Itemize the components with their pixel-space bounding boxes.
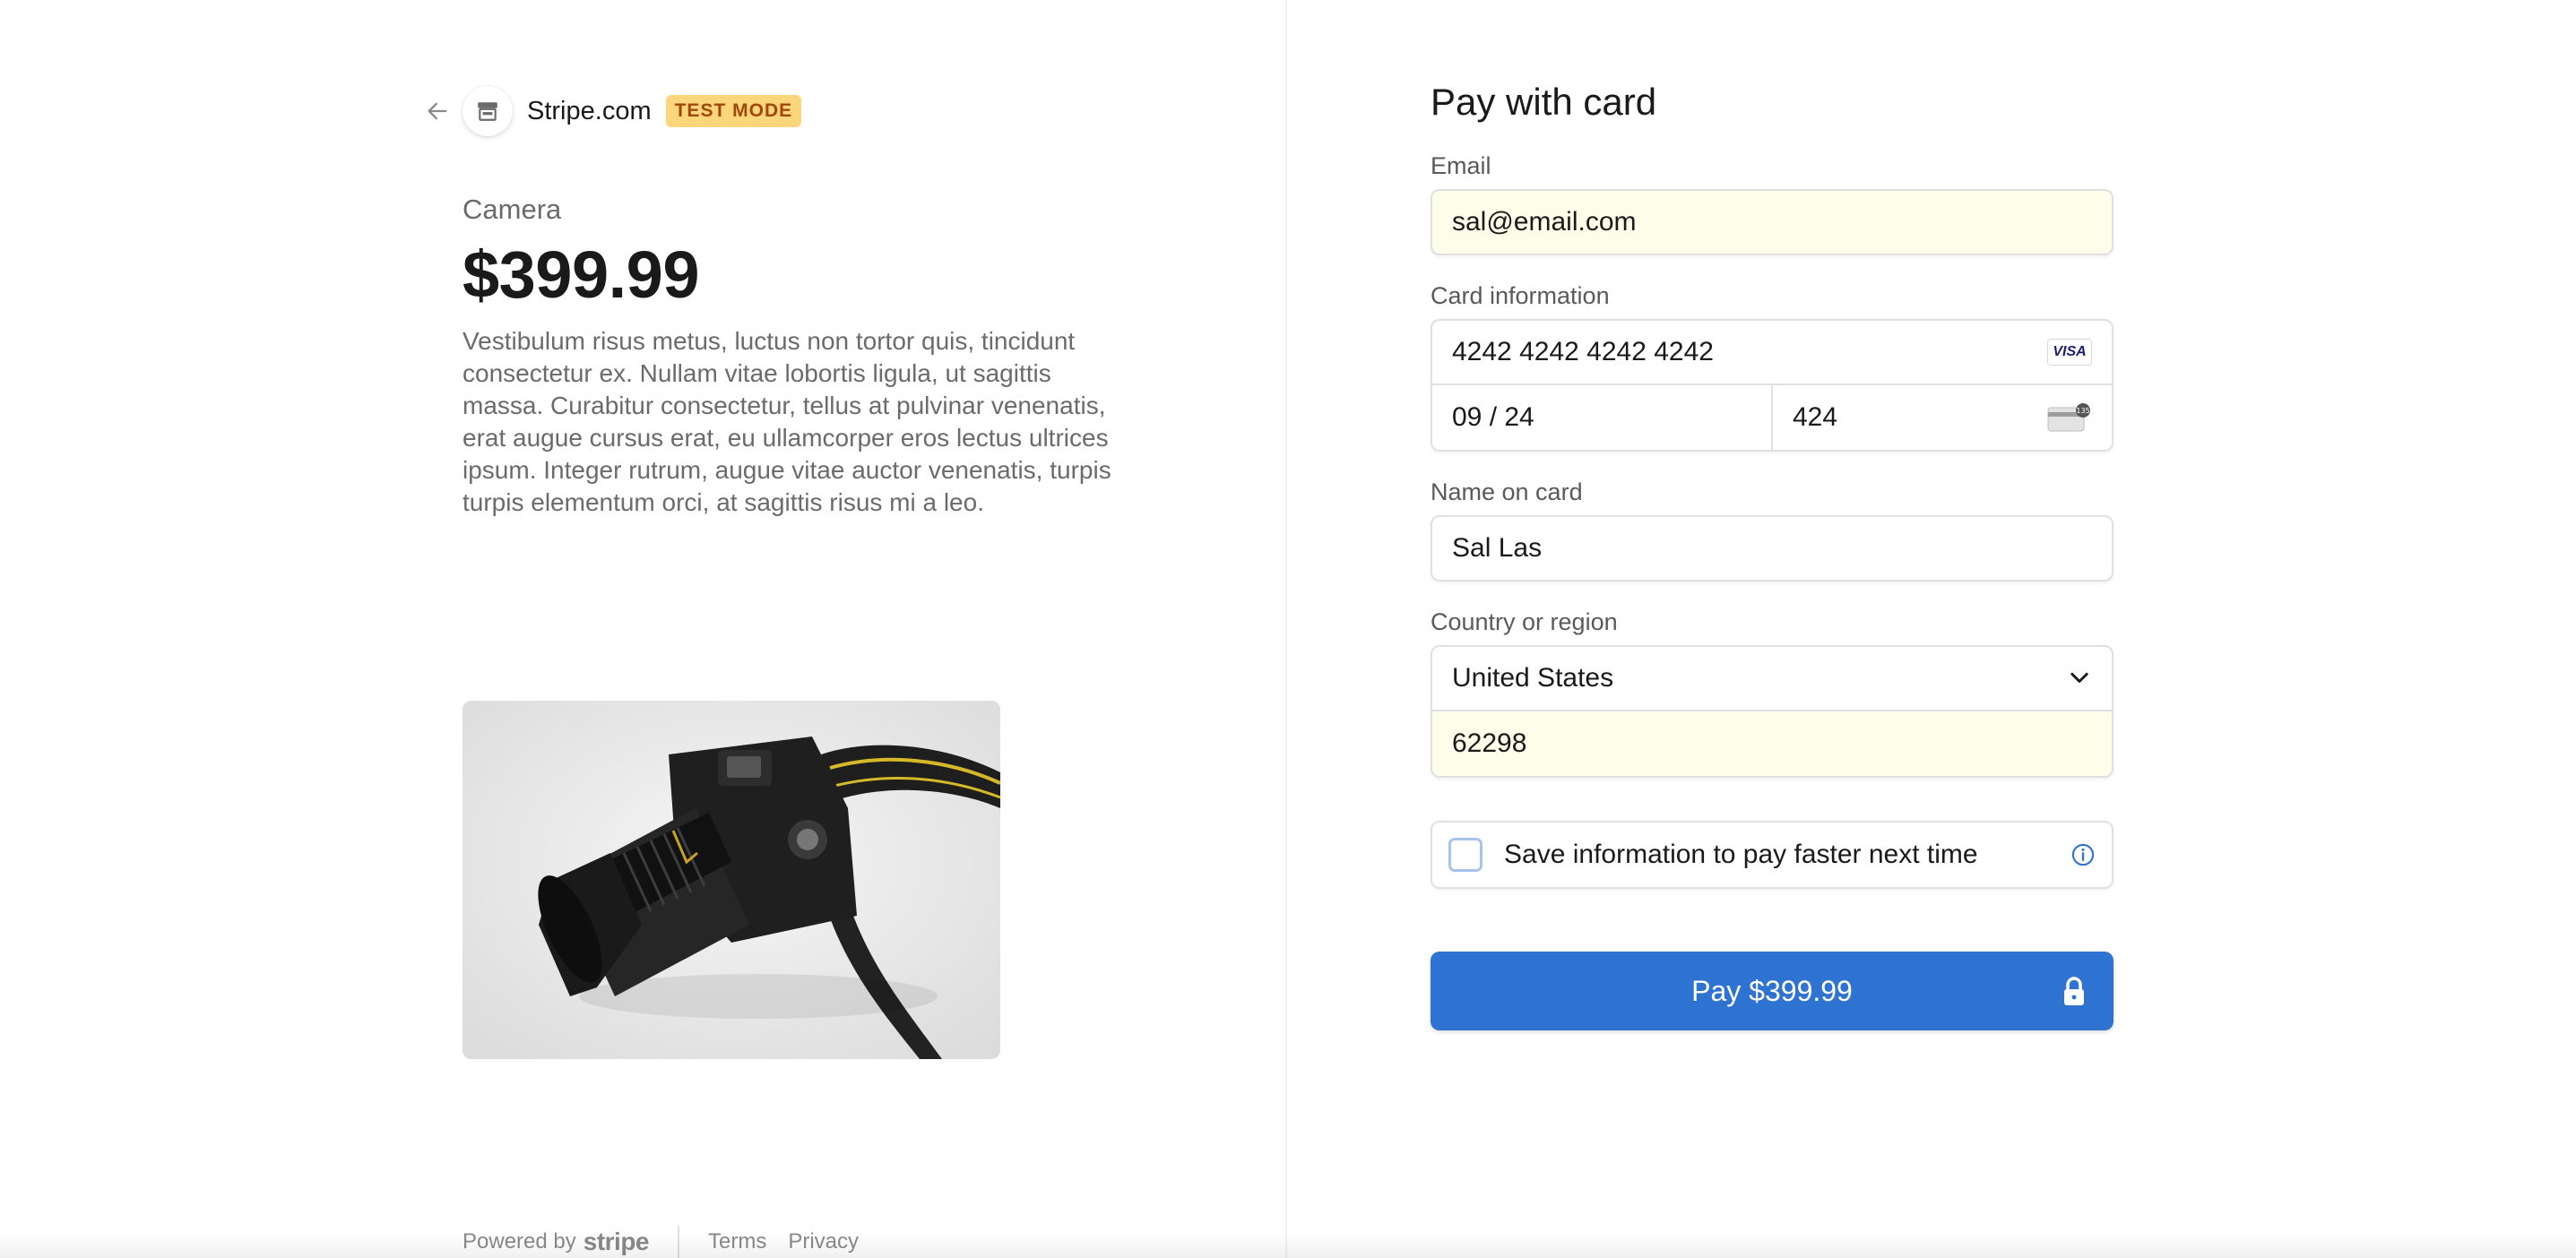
checkout-page: Stripe.com TEST MODE Camera $399.99 Vest… (0, 0, 2576, 1258)
name-label: Name on card (1431, 478, 1583, 505)
email-group: Email sal@email.com (1431, 152, 2114, 255)
zip-value: 62298 (1452, 728, 1527, 758)
expiry-value: 09 / 24 (1452, 402, 1534, 432)
email-field[interactable]: sal@email.com (1431, 189, 2114, 255)
svg-text:135: 135 (2076, 407, 2089, 415)
save-info-checkbox[interactable] (1448, 838, 1482, 872)
lock-icon (2064, 977, 2084, 1005)
back-arrow-icon (428, 102, 447, 120)
email-label: Email (1431, 152, 1491, 179)
stripe-wordmark[interactable]: stripe (583, 1228, 650, 1256)
product-image (462, 701, 1000, 1059)
card-info-label: Card information (1431, 282, 1610, 309)
country-select[interactable]: United States (1432, 647, 2112, 711)
country-group: Country or region United States 62298 (1431, 608, 2114, 778)
payment-form: Pay with card Email sal@email.com Card i… (1431, 81, 2114, 1030)
product-name: Camera (462, 194, 562, 225)
privacy-link[interactable]: Privacy (788, 1229, 859, 1254)
card-expiry-cvc-row: 09 / 24 424 135 (1432, 385, 2112, 450)
name-group: Name on card Sal Las (1431, 478, 2114, 582)
footer-divider (678, 1226, 679, 1258)
name-field[interactable]: Sal Las (1431, 515, 2114, 582)
zip-field[interactable]: 62298 (1432, 711, 2112, 776)
merchant-logo (462, 86, 513, 136)
footer: Powered by stripe Terms Privacy (462, 1226, 880, 1258)
cvc-field[interactable]: 424 135 (1773, 385, 2112, 450)
cvc-value: 424 (1793, 402, 1838, 432)
pay-button-label: Pay $399.99 (1691, 974, 1853, 1007)
merchant-header: Stripe.com TEST MODE (421, 86, 802, 136)
form-title: Pay with card (1431, 81, 1657, 123)
powered-by: Powered by stripe (462, 1228, 650, 1256)
merchant-name: Stripe.com (527, 96, 652, 125)
order-summary-panel: Stripe.com TEST MODE Camera $399.99 Vest… (0, 0, 1287, 1258)
info-icon[interactable] (2070, 842, 2096, 867)
card-number-row: 4242 4242 4242 4242 VISA (1432, 321, 2112, 385)
powered-by-label: Powered by (462, 1229, 576, 1254)
chevron-down-icon (2070, 672, 2088, 683)
card-group: Card information 4242 4242 4242 4242 VIS… (1431, 282, 2114, 452)
product-summary: Camera $399.99 Vestibulum risus metus, l… (462, 194, 1135, 519)
product-price: $399.99 (462, 237, 700, 312)
back-button[interactable] (421, 95, 454, 127)
camera-photo (462, 701, 1000, 1059)
address-box: United States 62298 (1431, 645, 2114, 778)
visa-icon: VISA (2047, 339, 2092, 366)
card-info-box: 4242 4242 4242 4242 VISA 09 / 24 424 135 (1431, 319, 2114, 452)
store-icon (478, 102, 497, 121)
save-info-label: Save information to pay faster next time (1504, 840, 1978, 869)
country-label: Country or region (1431, 608, 1618, 635)
pay-button[interactable]: Pay $399.99 (1431, 952, 2114, 1030)
test-mode-badge: TEST MODE (665, 95, 802, 127)
expiry-field[interactable]: 09 / 24 (1432, 385, 1773, 450)
payment-panel: Pay with card Email sal@email.com Card i… (1287, 0, 2576, 1258)
terms-link[interactable]: Terms (708, 1229, 766, 1254)
card-number-field[interactable]: 4242 4242 4242 4242 (1452, 337, 1714, 367)
country-value: United States (1452, 663, 1614, 693)
cvc-card-icon: 135 (2047, 403, 2090, 432)
product-description: Vestibulum risus metus, luctus non torto… (462, 327, 1111, 516)
save-info-option: Save information to pay faster next time (1431, 821, 2114, 889)
